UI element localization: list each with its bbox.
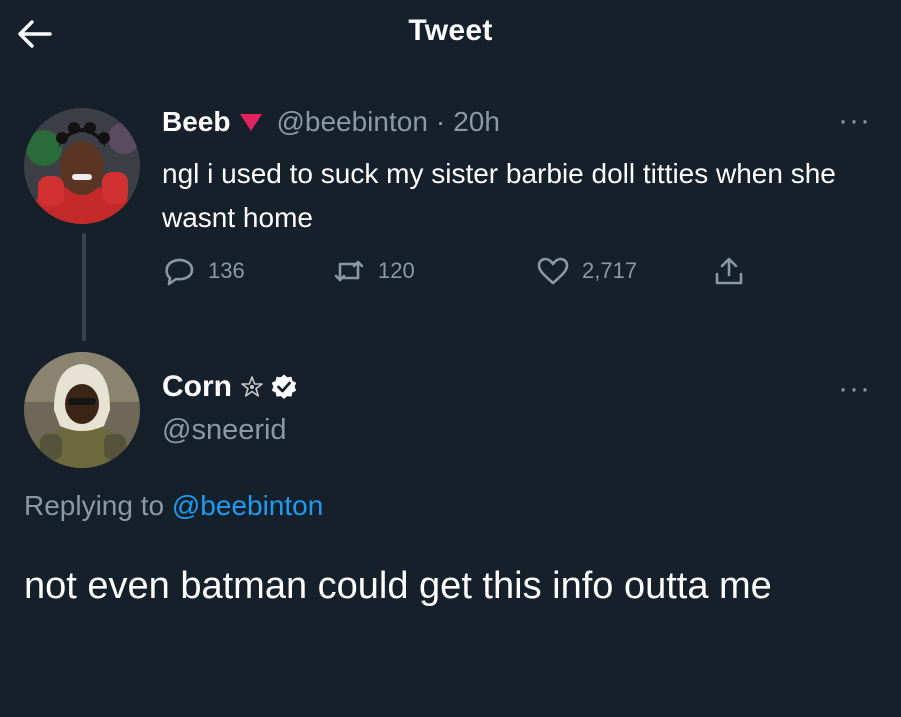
reply-author-handle[interactable]: @sneerid — [162, 414, 287, 447]
avatar-corn[interactable] — [24, 352, 140, 468]
avatar-image — [24, 352, 140, 468]
author-name[interactable]: Beeb — [162, 106, 230, 138]
more-icon[interactable]: ··· — [838, 372, 871, 406]
tweet-text: ngl i used to suck my sister barbie doll… — [162, 158, 836, 233]
reply-text: not even batman could get this info outt… — [24, 565, 772, 607]
tweet-actions: 136 120 2,717 — [162, 256, 762, 290]
red-triangle-icon — [240, 113, 263, 131]
replying-to: Replying to @beebinton — [24, 490, 323, 522]
reply-count: 136 — [208, 258, 245, 283]
reply-icon — [165, 258, 194, 286]
replying-prefix: Replying to — [24, 490, 165, 521]
author-handle[interactable]: @beebinton — [276, 106, 427, 138]
reply-header: Corn — [162, 370, 298, 404]
thread-connector — [82, 233, 86, 341]
separator-dot: · — [435, 106, 446, 137]
tweet-header: Beeb @beebinton · 20h — [162, 106, 500, 138]
share-button[interactable] — [712, 256, 758, 286]
verified-icon — [271, 374, 297, 399]
avatar-image — [24, 108, 140, 224]
like-icon — [537, 257, 569, 285]
reply-author-name[interactable]: Corn — [162, 370, 232, 404]
share-icon — [715, 257, 743, 285]
like-count: 2,717 — [582, 258, 638, 283]
like-button[interactable]: 2,717 — [536, 256, 637, 286]
replying-handle-link[interactable]: @beebinton — [172, 490, 323, 521]
retweet-button[interactable]: 120 — [332, 256, 415, 286]
avatar-beeb[interactable] — [24, 108, 140, 224]
top-bar: Tweet — [0, 0, 901, 68]
star-icon — [241, 376, 263, 397]
tweet-time[interactable]: 20h — [453, 106, 500, 138]
more-icon[interactable]: ··· — [838, 104, 871, 138]
retweet-count: 120 — [378, 258, 415, 283]
retweet-icon — [334, 260, 364, 282]
reply-button[interactable]: 136 — [162, 256, 245, 286]
page-title: Tweet — [408, 14, 493, 47]
